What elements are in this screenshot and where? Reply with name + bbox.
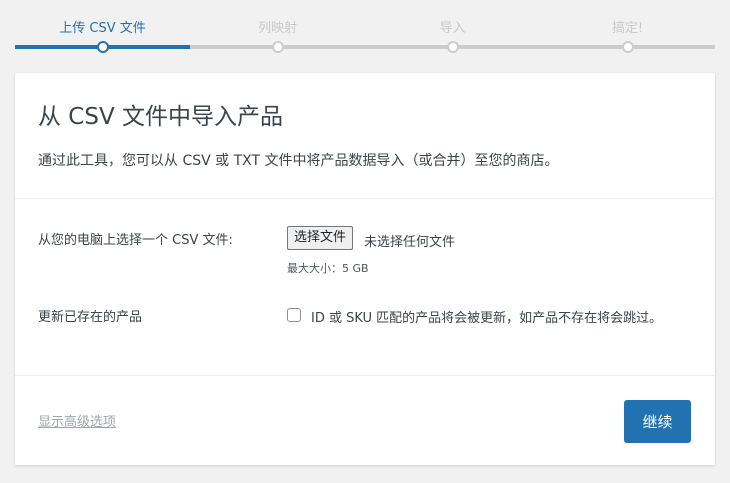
step-label: 搞定!	[611, 21, 644, 36]
step-label: 列映射	[257, 21, 297, 36]
max-size-text: 最大大小：5 GB	[287, 262, 369, 275]
import-card: 从 CSV 文件中导入产品 通过此工具，您可以从 CSV 或 TXT 文件中将产…	[15, 73, 715, 465]
import-steps: 上传 CSV 文件 列映射 导入 搞定!	[15, 0, 715, 60]
update-existing-checkbox-label[interactable]: ID 或 SKU 匹配的产品将会被更新，如产品不存在将会跳过。	[311, 307, 662, 326]
update-existing-label: 更新已存在的产品	[38, 310, 143, 325]
page-description: 通过此工具，您可以从 CSV 或 TXT 文件中将产品数据导入（或合并）至您的商…	[38, 153, 559, 169]
step-import: 导入	[365, 0, 540, 56]
step-column-mapping: 列映射	[190, 0, 365, 56]
step-label: 上传 CSV 文件	[59, 21, 146, 36]
step-label: 导入	[439, 21, 466, 36]
step-dot	[446, 41, 459, 53]
file-status-text: 未选择任何文件	[364, 235, 456, 250]
show-advanced-options-link[interactable]: 显示高级选项	[38, 411, 116, 430]
choose-file-button[interactable]: 选择文件	[287, 226, 354, 250]
step-done: 搞定!	[540, 0, 715, 56]
page-title: 从 CSV 文件中导入产品	[38, 104, 284, 130]
card-footer: 显示高级选项 继续	[15, 375, 715, 466]
card-header: 从 CSV 文件中导入产品 通过此工具，您可以从 CSV 或 TXT 文件中将产…	[15, 73, 715, 199]
step-dot	[621, 41, 634, 53]
step-upload: 上传 CSV 文件	[15, 0, 190, 56]
step-dot	[96, 41, 109, 53]
file-field-label: 从您的电脑上选择一个 CSV 文件:	[38, 233, 233, 248]
continue-button[interactable]: 继续	[624, 400, 691, 443]
update-existing-checkbox[interactable]	[287, 308, 301, 322]
step-dot	[271, 41, 284, 53]
import-form: 从您的电脑上选择一个 CSV 文件: 选择文件 未选择任何文件 最大大小：5 G…	[15, 199, 715, 375]
